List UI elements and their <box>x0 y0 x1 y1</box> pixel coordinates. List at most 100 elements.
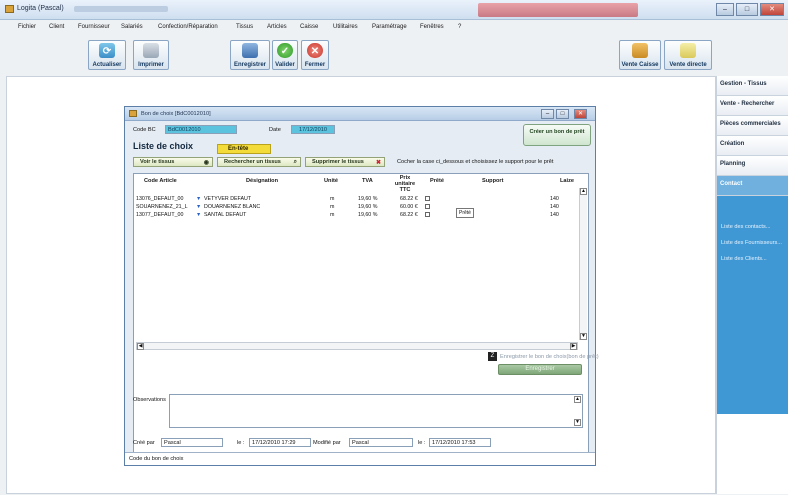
enregistrer-bc-button[interactable]: Enregistrer <box>498 364 582 375</box>
save-hint: Enregistrer le bon de choix(bon de prêt) <box>500 354 599 360</box>
panel-contact[interactable]: Contact <box>717 176 788 196</box>
link-contacts[interactable]: Liste des contacts... <box>721 224 788 231</box>
fermer-button[interactable]: ✕ Fermer <box>301 40 329 70</box>
dropdown-arrow-icon[interactable]: ▼ <box>196 212 201 218</box>
scroll-down-icon[interactable]: ▼ <box>580 333 587 340</box>
bon-de-choix-dialog: Bon de choix [BdC0012010] – □ ✕ Code BC … <box>124 106 599 466</box>
scroll-left-icon[interactable]: ◀ <box>137 343 144 350</box>
menu-articles[interactable]: Articles <box>267 24 287 30</box>
menu-tissus[interactable]: Tissus <box>236 24 253 30</box>
dialog-minimize-button[interactable]: – <box>541 109 554 119</box>
dropdown-arrow-icon[interactable]: ▼ <box>196 204 201 210</box>
cell-prix: 68.22 € <box>400 212 418 218</box>
cell-prix: 60.00 € <box>400 204 418 210</box>
menu-fournisseur[interactable]: Fournisseur <box>78 24 110 30</box>
printer-icon <box>143 43 159 58</box>
created-on-label: le : <box>237 440 245 446</box>
prete-tooltip: Prêté <box>456 208 474 218</box>
dialog-title-bar: Bon de choix [BdC0012010] – □ ✕ <box>125 107 595 121</box>
observations-textarea[interactable]: ▲ ▼ <box>169 394 583 428</box>
col-prix: Prix unitaire TTC <box>394 175 416 193</box>
col-designation: Désignation <box>246 178 279 184</box>
dialog-maximize-button[interactable]: □ <box>556 109 569 119</box>
prete-checkbox[interactable] <box>425 196 430 201</box>
fermer-label: Fermer <box>304 62 326 68</box>
table-row[interactable]: SOUARNENEZ_21_L ▼ DOUARNENEZ BLANC m 19,… <box>134 204 578 211</box>
imprimer-button[interactable]: Imprimer <box>133 40 169 70</box>
dialog-icon <box>129 110 137 117</box>
toolbar: ⟳ Actualiser Imprimer Enregistrer ✓ Vali… <box>0 36 788 72</box>
panel-creation[interactable]: Création <box>717 136 788 156</box>
valider-button[interactable]: ✓ Valider <box>272 40 298 70</box>
prete-checkbox[interactable] <box>425 212 430 217</box>
menu-help[interactable]: ? <box>458 24 461 30</box>
col-code-article: Code Article <box>144 178 177 184</box>
obs-scroll-up-icon[interactable]: ▲ <box>574 396 581 403</box>
cell-tva: 19,60 % <box>358 212 378 218</box>
prete-checkbox[interactable] <box>425 204 430 209</box>
link-clients[interactable]: Liste des Clients... <box>721 256 788 263</box>
dropdown-arrow-icon[interactable]: ▼ <box>196 196 201 202</box>
cell-laize: 140 <box>550 196 559 202</box>
obs-scroll-down-icon[interactable]: ▼ <box>574 419 581 426</box>
vente-caisse-button[interactable]: Vente Caisse <box>619 40 661 70</box>
menu-bar: Fichier Client Fournisseur Salariés Conf… <box>0 22 788 33</box>
scroll-up-icon[interactable]: ▲ <box>580 188 587 195</box>
cell-code: 13077_DEFAUT_00 <box>136 212 184 218</box>
voir-tissus-button[interactable]: Voir le tissus ◉ <box>133 157 213 167</box>
z-icon: Z <box>488 352 497 361</box>
menu-client[interactable]: Client <box>49 24 64 30</box>
tab-en-tete[interactable]: En-tête <box>217 144 271 154</box>
contact-links: Liste des contacts... Liste des Fourniss… <box>717 196 788 414</box>
code-bc-field[interactable]: BdC0012010 <box>165 125 237 134</box>
menu-fenetres[interactable]: Fenêtres <box>420 24 444 30</box>
modified-by-field: Pascal <box>349 438 413 447</box>
minimize-button[interactable]: – <box>716 3 734 16</box>
section-title: Liste de choix <box>133 141 194 151</box>
valider-label: Valider <box>275 62 295 68</box>
eye-icon: ◉ <box>203 160 209 166</box>
panel-planning[interactable]: Planning <box>717 156 788 176</box>
modified-on-label: le : <box>418 440 426 446</box>
panel-vente-rechercher[interactable]: Vente - Rechercher <box>717 96 788 116</box>
code-bc-label: Code BC <box>133 127 156 133</box>
cell-designation: SANTAL DEFAUT <box>204 212 247 218</box>
enregistrer-button[interactable]: Enregistrer <box>230 40 270 70</box>
panel-gestion-tissus[interactable]: Gestion - Tissus <box>717 76 788 96</box>
date-field[interactable]: 17/12/2010 <box>291 125 335 134</box>
panel-pieces-commerciales[interactable]: Pièces commerciales <box>717 116 788 136</box>
cash-register-icon <box>632 43 648 58</box>
table-row[interactable]: 13077_DEFAUT_00 ▼ SANTAL DEFAUT m 19,60 … <box>134 212 578 219</box>
menu-salaries[interactable]: Salariés <box>121 24 143 30</box>
vertical-scrollbar[interactable]: ▲ ▼ <box>579 188 587 340</box>
menu-caisse[interactable]: Caisse <box>300 24 318 30</box>
dialog-close-button[interactable]: ✕ <box>574 109 587 119</box>
menu-confection[interactable]: Confection/Réparation <box>158 24 218 30</box>
receipt-icon <box>680 43 696 58</box>
created-by-label: Créé par <box>133 440 155 446</box>
menu-parametrage[interactable]: Paramétrage <box>372 24 407 30</box>
supprimer-tissus-button[interactable]: Supprimer le tissus ✖ <box>305 157 385 167</box>
table-row[interactable]: 13076_DEFAUT_00 ▼ VETYVER DEFAUT m 19,60… <box>134 196 578 203</box>
menu-fichier[interactable]: Fichier <box>18 24 36 30</box>
create-loan-button[interactable]: Créer un bon de prêt <box>523 124 591 146</box>
imprimer-label: Imprimer <box>138 62 164 68</box>
close-button[interactable]: ✕ <box>760 3 784 16</box>
scroll-right-icon[interactable]: ▶ <box>570 343 577 350</box>
actualiser-button[interactable]: ⟳ Actualiser <box>88 40 126 70</box>
horizontal-scrollbar[interactable]: ◀ ▶ <box>136 342 578 350</box>
save-icon <box>242 43 258 58</box>
dialog-title: Bon de choix [BdC0012010] <box>141 111 211 117</box>
menu-utilitaires[interactable]: Utilitaires <box>333 24 358 30</box>
date-label: Date <box>269 127 281 133</box>
cell-tva: 19,60 % <box>358 204 378 210</box>
cell-code: SOUARNENEZ_21_L <box>136 204 188 210</box>
maximize-button[interactable]: □ <box>736 3 758 16</box>
link-fournisseurs[interactable]: Liste des Fournisseurs... <box>721 240 788 247</box>
vente-directe-button[interactable]: Vente directe <box>664 40 712 70</box>
col-laize: Laize <box>560 178 574 184</box>
rechercher-tissus-button[interactable]: Rechercher un tissus ⌕ <box>217 157 301 167</box>
title-bar: Logita (Pascal) – □ ✕ <box>0 0 788 20</box>
col-prete: Prêté <box>430 178 444 184</box>
status-bar: Code du bon de choix <box>125 452 595 465</box>
